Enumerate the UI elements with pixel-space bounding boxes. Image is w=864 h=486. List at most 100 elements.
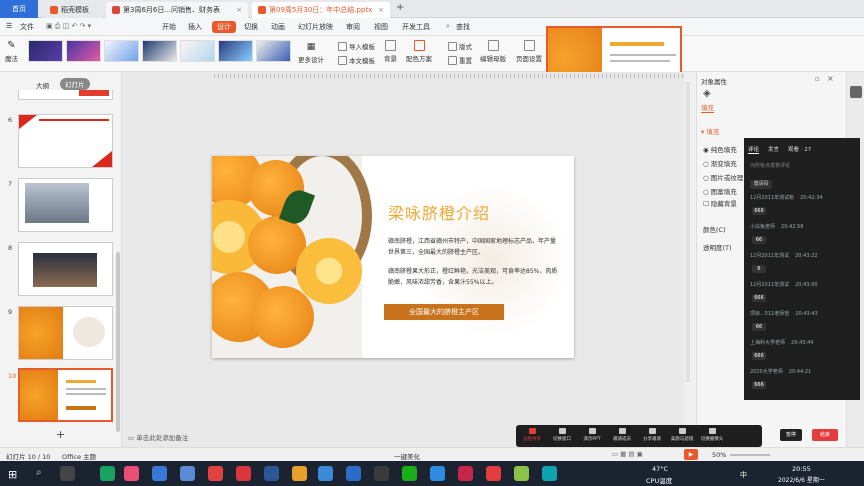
- design-template-1[interactable]: [28, 40, 63, 62]
- add-tab-icon[interactable]: +: [396, 2, 404, 13]
- app-icon-image[interactable]: [180, 466, 195, 481]
- app-icon-red[interactable]: [208, 466, 223, 481]
- ime-indicator[interactable]: 中: [740, 470, 747, 480]
- chat-tab-viewers[interactable]: 观看 · 27: [788, 145, 811, 153]
- meeting-tool-3[interactable]: 邀请成员: [610, 428, 634, 442]
- end-meeting-button[interactable]: 结束: [812, 429, 838, 441]
- view-mode-icons[interactable]: ▭ ▦ ▤ ▣: [612, 450, 643, 458]
- menu-developer[interactable]: 开发工具: [402, 22, 430, 32]
- slide-thumb-7[interactable]: [18, 178, 113, 232]
- tab-home[interactable]: 首页: [0, 0, 38, 18]
- close-icon[interactable]: ×: [236, 6, 242, 14]
- menu-file[interactable]: 文件: [20, 22, 34, 32]
- wps-icon[interactable]: [236, 466, 251, 481]
- current-slide[interactable]: 梁咏脐橙介绍 赣南脐橙，江西省赣州市特产，中国国家地理标志产品，年产量世界第三，…: [212, 156, 574, 358]
- slide-thumb-6[interactable]: [18, 114, 113, 168]
- menu-start[interactable]: 开始: [162, 22, 176, 32]
- tab-document-3[interactable]: 第09周5月30日：年中总结.pptx ×: [252, 2, 390, 18]
- search-icon[interactable]: ⌕: [36, 467, 42, 478]
- chrome-icon[interactable]: [292, 466, 307, 481]
- fill-tab[interactable]: 填充: [701, 102, 714, 113]
- pause-button[interactable]: 暂停: [780, 429, 802, 441]
- windows-start-icon[interactable]: ⊞: [8, 468, 17, 481]
- design-template-6[interactable]: [218, 40, 253, 62]
- design-template-3[interactable]: [104, 40, 139, 62]
- play-icon[interactable]: ▶: [684, 449, 698, 460]
- edit-master-button[interactable]: 编辑母版: [480, 40, 506, 63]
- slide-thumb-8[interactable]: [18, 242, 113, 296]
- app-icon-blue[interactable]: [152, 466, 167, 481]
- app-icon-dark[interactable]: [374, 466, 389, 481]
- background-button[interactable]: 背景: [384, 40, 397, 63]
- app-icon-lime[interactable]: [514, 466, 529, 481]
- pin-icon[interactable]: ▫: [815, 75, 820, 83]
- app-icon-red-3[interactable]: [486, 466, 501, 481]
- meeting-tool-5[interactable]: 美颜与滤镜: [670, 428, 694, 442]
- this-template-button[interactable]: 本文模板: [338, 55, 375, 65]
- menu-icon[interactable]: ☰: [6, 22, 12, 30]
- notes-area[interactable]: ▭ 单击此处添加备注: [128, 432, 188, 442]
- app-icon-blue-2[interactable]: [318, 466, 333, 481]
- settings-icon[interactable]: [850, 86, 862, 98]
- slide-paragraph-1[interactable]: 赣南脐橙，江西省赣州市特产，中国国家地理标志产品，年产量世界第三，全国最大的脐橙…: [388, 236, 560, 258]
- meeting-tool-2[interactable]: 演示PPT: [580, 428, 604, 442]
- invite-code-button[interactable]: 邀请码: [750, 180, 772, 189]
- meeting-tool-0[interactable]: 远程共享: [520, 428, 544, 442]
- import-template-button[interactable]: 导入模板: [338, 41, 375, 51]
- reset-button[interactable]: 重置: [448, 55, 472, 65]
- vertical-scrollbar[interactable]: [686, 82, 690, 382]
- quick-access-icons[interactable]: ▣ ⎙ ◫ ↶ ↷ ▾: [46, 22, 91, 31]
- app-icon-red-2[interactable]: [458, 466, 473, 481]
- scrollbar[interactable]: [116, 252, 120, 432]
- menu-insert[interactable]: 插入: [188, 22, 202, 32]
- wechat-icon[interactable]: [402, 466, 417, 481]
- meeting-tool-1[interactable]: 切换窗口: [550, 428, 574, 442]
- menu-transition[interactable]: 切换: [244, 22, 258, 32]
- radio-gradient-fill[interactable]: ○ 渐变填充: [703, 158, 737, 168]
- slide-banner[interactable]: 全国最大的脐橙主产区: [384, 304, 504, 320]
- slide-paragraph-2[interactable]: 赣南脐橙果大形正，橙红鲜艳，光洁美观，可食率达85%，肉质脆嫩，风味浓甜芳香，含…: [388, 266, 560, 288]
- page-setup-button[interactable]: 页面设置: [516, 40, 542, 63]
- beautify-button[interactable]: 一键美化: [394, 451, 420, 461]
- design-template-7[interactable]: [256, 40, 291, 62]
- magic-button[interactable]: ✎ 魔法: [5, 40, 18, 63]
- checkbox-hide-background[interactable]: ☐ 隐藏背景: [703, 198, 737, 208]
- slide-thumb-10-selected[interactable]: [18, 368, 113, 422]
- menu-review[interactable]: 审阅: [346, 22, 360, 32]
- meeting-tool-6[interactable]: 切换摄像头: [700, 428, 724, 442]
- chat-tab-comments[interactable]: 评论: [748, 145, 760, 154]
- design-template-2[interactable]: [66, 40, 101, 62]
- menu-design[interactable]: 设计: [212, 21, 236, 33]
- more-design-button[interactable]: ▦ 更多设计: [298, 42, 324, 64]
- slides-tab[interactable]: 幻灯片: [60, 78, 90, 90]
- app-icon-green[interactable]: [100, 466, 115, 481]
- close-icon[interactable]: ×: [378, 6, 384, 14]
- search-icon[interactable]: ⌕: [446, 22, 450, 31]
- meeting-tool-4[interactable]: 分享邀请: [640, 428, 664, 442]
- design-template-5[interactable]: [180, 40, 215, 62]
- menu-animation[interactable]: 动画: [271, 22, 285, 32]
- fill-section-header[interactable]: ▾ 填充: [701, 126, 719, 136]
- menu-search[interactable]: 查找: [456, 22, 470, 32]
- outline-tab[interactable]: 大纲: [36, 80, 49, 90]
- slide-title[interactable]: 梁咏脐橙介绍: [388, 200, 490, 224]
- radio-solid-fill[interactable]: ◉ 纯色填充: [703, 144, 737, 154]
- tab-document-2[interactable]: 第3周6月6日...问销售、财务表 ×: [106, 2, 248, 18]
- app-icon-teal[interactable]: [542, 466, 557, 481]
- design-template-4[interactable]: [142, 40, 177, 62]
- close-icon[interactable]: ×: [827, 74, 834, 83]
- app-icon-blue-3[interactable]: [346, 466, 361, 481]
- menu-slideshow[interactable]: 幻灯片放映: [298, 22, 333, 32]
- word-icon[interactable]: [264, 466, 279, 481]
- app-icon-pink[interactable]: [124, 466, 139, 481]
- tab-docer-template[interactable]: 稻壳模板: [44, 2, 102, 18]
- menu-view[interactable]: 视图: [374, 22, 388, 32]
- slide-thumb-5-partial[interactable]: [18, 90, 113, 100]
- radio-pattern-fill[interactable]: ○ 图案填充: [703, 186, 737, 196]
- color-scheme-button[interactable]: 配色方案: [406, 40, 432, 63]
- slide-thumb-9[interactable]: [18, 306, 113, 360]
- task-view-icon[interactable]: [60, 466, 75, 481]
- chat-tab-speak[interactable]: 发言: [768, 145, 779, 153]
- app-icon-blue-4[interactable]: [430, 466, 445, 481]
- zoom-slider[interactable]: [730, 454, 770, 456]
